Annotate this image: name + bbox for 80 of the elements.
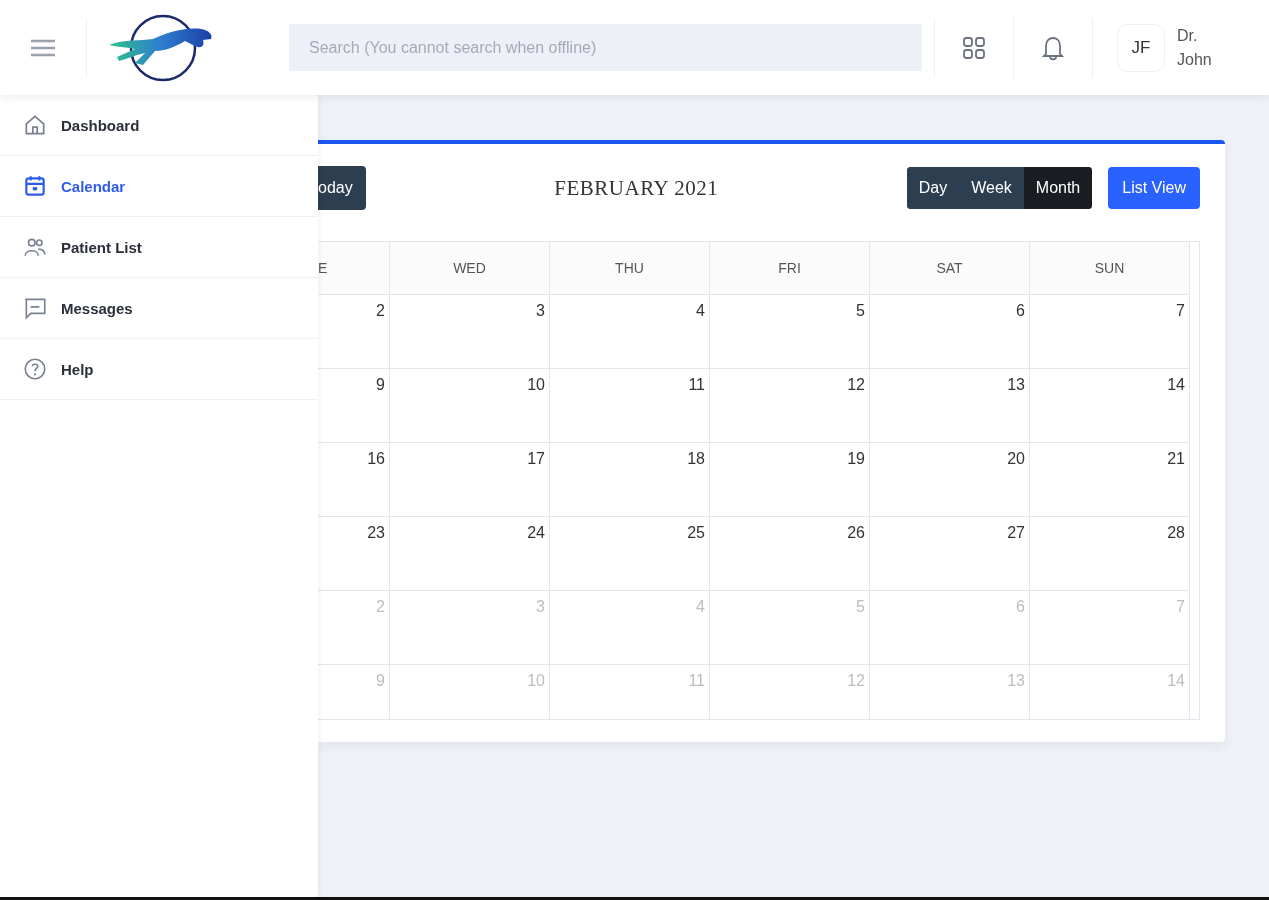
day-cell[interactable]: 25: [550, 517, 710, 591]
day-number: 12: [847, 672, 865, 690]
weekday-header: SUN: [1030, 242, 1190, 295]
day-cell[interactable]: 9: [318, 369, 390, 443]
day-number: 2: [376, 302, 385, 320]
view-button[interactable]: Month: [1023, 167, 1093, 209]
month-title: FEBRUARY 2021: [553, 175, 720, 201]
calendar-icon: [22, 173, 48, 199]
day-cell[interactable]: 3: [390, 295, 550, 369]
day-number: 4: [696, 598, 705, 616]
day-cell[interactable]: 19: [710, 443, 870, 517]
day-cell[interactable]: 11: [550, 369, 710, 443]
day-cell[interactable]: 6: [870, 295, 1030, 369]
day-number: 6: [1016, 302, 1025, 320]
day-number: 5: [856, 598, 865, 616]
day-number: 10: [527, 672, 545, 690]
day-cell[interactable]: 16: [318, 443, 390, 517]
day-cell[interactable]: 7: [1030, 295, 1190, 369]
sidebar-item[interactable]: Calendar: [0, 156, 318, 217]
day-cell[interactable]: 5: [710, 295, 870, 369]
day-number: 10: [527, 376, 545, 394]
day-number: 19: [847, 450, 865, 468]
day-cell[interactable]: 4: [550, 295, 710, 369]
day-cell[interactable]: 13: [870, 369, 1030, 443]
day-number: 7: [1176, 598, 1185, 616]
day-cell[interactable]: 27: [870, 517, 1030, 591]
day-number: 7: [1176, 302, 1185, 320]
day-number: 12: [847, 376, 865, 394]
day-cell[interactable]: 20: [870, 443, 1030, 517]
sidebar-item[interactable]: Dashboard: [0, 95, 318, 156]
day-cell[interactable]: 17: [390, 443, 550, 517]
day-number: 9: [376, 672, 385, 690]
day-number: 26: [847, 524, 865, 542]
weekday-header: THU: [550, 242, 710, 295]
search-field[interactable]: Search (You cannot search when offline): [289, 24, 922, 71]
day-number: 11: [688, 672, 705, 690]
day-number: 13: [1007, 672, 1025, 690]
day-number: 6: [1016, 598, 1025, 616]
help-icon: [22, 356, 48, 382]
weekday-header: E: [318, 242, 390, 295]
weekday-header: WED: [390, 242, 550, 295]
today-button[interactable]: oday: [318, 166, 366, 210]
day-cell[interactable]: 21: [1030, 443, 1190, 517]
menu-icon[interactable]: [30, 37, 56, 58]
weekday-header: SAT: [870, 242, 1030, 295]
day-number: 5: [856, 302, 865, 320]
weekday-header: FRI: [710, 242, 870, 295]
day-cell[interactable]: 14: [1030, 369, 1190, 443]
day-number: 13: [1007, 376, 1025, 394]
day-number: 3: [536, 302, 545, 320]
day-cell[interactable]: 12: [710, 369, 870, 443]
day-cell[interactable]: 10: [390, 369, 550, 443]
day-number: 27: [1007, 524, 1025, 542]
user-name: Dr. John: [1177, 25, 1213, 70]
day-number: 23: [367, 524, 385, 542]
day-number: 18: [687, 450, 705, 468]
day-number: 11: [688, 376, 705, 394]
day-cell[interactable]: 23: [318, 517, 390, 591]
day-cell[interactable]: 18: [550, 443, 710, 517]
day-cell[interactable]: 2: [318, 295, 390, 369]
day-cell[interactable]: 28: [1030, 517, 1190, 591]
day-number: 14: [1167, 376, 1185, 394]
day-number: 9: [376, 376, 385, 394]
day-number: 4: [696, 302, 705, 320]
grid-icon[interactable]: [962, 35, 986, 60]
day-number: 25: [687, 524, 705, 542]
day-number: 21: [1167, 450, 1185, 468]
user-avatar[interactable]: JF: [1117, 23, 1165, 72]
day-number: 2: [376, 598, 385, 616]
day-number: 16: [367, 450, 385, 468]
day-number: 28: [1167, 524, 1185, 542]
day-cell[interactable]: 24: [390, 517, 550, 591]
day-number: 20: [1007, 450, 1025, 468]
day-number: 24: [527, 524, 545, 542]
day-number: 17: [527, 450, 545, 468]
day-number: 3: [536, 598, 545, 616]
list-view-button[interactable]: List View: [1108, 167, 1200, 209]
bell-icon[interactable]: [1041, 34, 1065, 61]
day-number: 14: [1167, 672, 1185, 690]
day-cell[interactable]: 26: [710, 517, 870, 591]
